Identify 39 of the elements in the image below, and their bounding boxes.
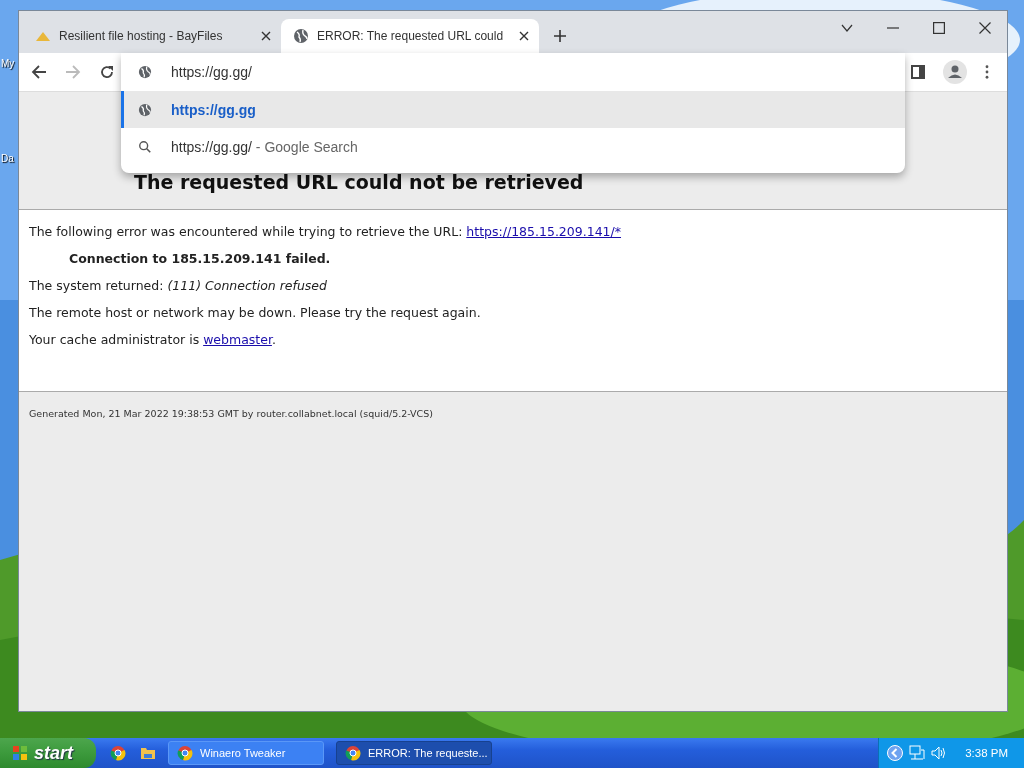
profile-icon[interactable]: [943, 60, 967, 84]
close-icon[interactable]: [519, 31, 529, 41]
taskbar-button[interactable]: Winaero Tweaker: [168, 741, 324, 765]
back-icon[interactable]: [31, 64, 47, 80]
url-link[interactable]: https://185.15.209.141/*: [466, 224, 621, 239]
browser-tab[interactable]: Resilient file hosting - BayFiles: [23, 19, 281, 53]
start-button[interactable]: start: [0, 738, 96, 768]
suggestion-item[interactable]: https://gg.gg: [121, 91, 905, 128]
browser-tab[interactable]: ERROR: The requested URL could: [281, 19, 539, 53]
folder-icon[interactable]: [140, 745, 156, 761]
error-message: Connection to 185.15.209.141 failed.: [68, 251, 332, 267]
system-returned-text: The system returned: (111) Connection refused: [29, 278, 328, 294]
page-heading: The requested URL could not be retrieved: [134, 171, 584, 193]
globe-icon: [138, 65, 152, 79]
globe-icon: [138, 102, 152, 117]
close-icon[interactable]: [261, 31, 271, 41]
suggestion-item[interactable]: https://gg.gg/ - Google Search: [121, 128, 905, 165]
menu-icon[interactable]: [985, 65, 989, 79]
chrome-icon[interactable]: [110, 745, 126, 761]
side-panel-icon[interactable]: [911, 65, 925, 79]
chrome-icon: [345, 745, 361, 761]
new-tab-icon[interactable]: [553, 29, 567, 43]
reload-icon[interactable]: [99, 64, 115, 80]
admin-text: Your cache administrator is webmaster.: [29, 332, 277, 348]
footer-text: Generated Mon, 21 Mar 2022 19:38:53 GMT by router.collabnet.local (squid/5.2-VCS): [29, 408, 433, 419]
advice-text: The remote host or network may be down. Please try the request again.: [29, 305, 482, 321]
chrome-icon: [177, 745, 193, 761]
address-field[interactable]: https://gg.gg/: [171, 64, 771, 80]
chevron-icon[interactable]: [841, 22, 853, 34]
windows-logo: [12, 745, 28, 761]
globe-icon: [293, 28, 309, 44]
maximize-icon[interactable]: [933, 22, 945, 34]
clock: 3:38 PM: [965, 747, 1008, 759]
speaker-icon[interactable]: [931, 745, 948, 761]
taskbar-button[interactable]: ERROR: The requeste...: [336, 741, 492, 765]
search-icon: [138, 139, 152, 154]
error-intro: The following error was encountered while trying to retrieve the URL: https://185.15.209.141/*: [29, 224, 622, 240]
webmaster-link[interactable]: webmaster: [203, 332, 272, 347]
close-icon[interactable]: [979, 22, 991, 34]
